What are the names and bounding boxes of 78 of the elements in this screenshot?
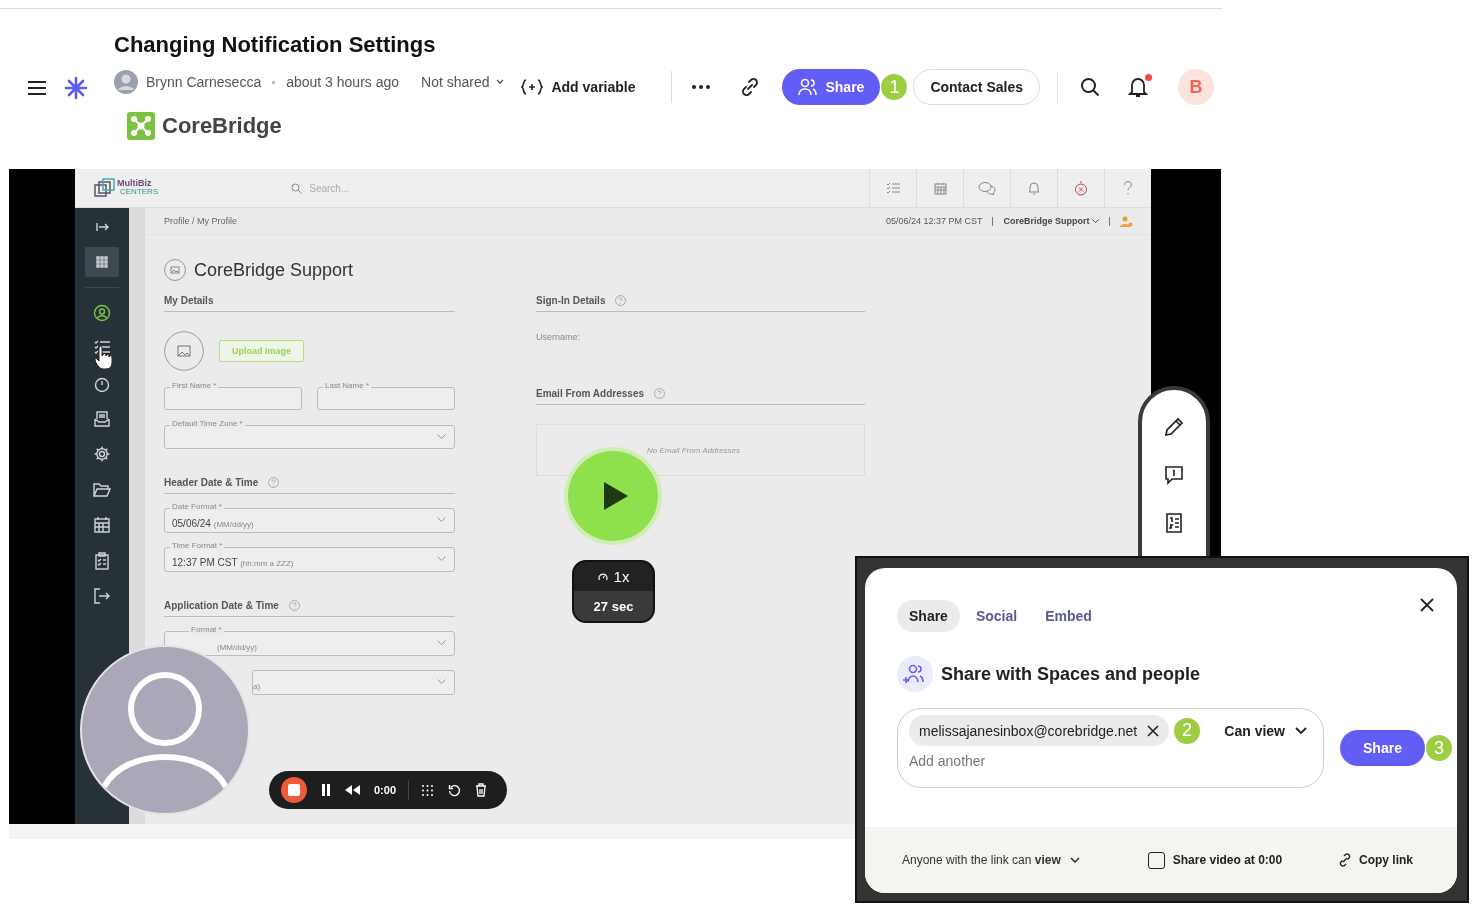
chevron-icon — [437, 434, 446, 440]
chevron-icon — [437, 679, 446, 685]
menu-icon[interactable] — [27, 80, 47, 96]
recorded-time: about 3 hours ago — [286, 74, 400, 90]
search-icon — [291, 182, 303, 194]
section-heading: Header Date & Time — [164, 477, 259, 488]
people-icon — [797, 78, 818, 96]
video-duration: 27 sec — [574, 591, 653, 621]
profile-title: CoreBridge Support — [194, 259, 354, 281]
trash-icon[interactable] — [475, 783, 488, 797]
grid-icon[interactable] — [85, 247, 119, 278]
copy-link-button[interactable]: Copy link — [1338, 853, 1413, 867]
search-icon[interactable] — [1080, 77, 1100, 97]
recipient-chip[interactable]: melissajanesinbox@corebridge.net — [909, 715, 1170, 746]
caret-icon — [1092, 219, 1099, 224]
section-heading: Email From Addresses — [536, 388, 644, 399]
link-icon[interactable] — [740, 77, 761, 97]
comment-icon[interactable] — [1164, 465, 1184, 485]
more-icon[interactable] — [692, 85, 711, 89]
dialog-tab[interactable]: Embed — [1033, 600, 1104, 632]
avatar-icon — [114, 70, 138, 94]
image-placeholder-icon — [164, 259, 186, 281]
multibiz-logo-icon — [94, 178, 116, 198]
dot-grid-icon[interactable] — [421, 783, 435, 797]
brand-name: CoreBridge — [162, 113, 282, 139]
username-label: Username: — [536, 332, 581, 342]
stop-button[interactable] — [281, 777, 307, 803]
link-icon — [1338, 853, 1352, 867]
share-button[interactable]: Share — [1340, 730, 1425, 766]
app-logo-subtitle: CENTERS — [120, 188, 159, 197]
numbered-list-icon[interactable] — [1164, 513, 1184, 533]
user-menu[interactable]: CoreBridge Support — [1003, 216, 1099, 226]
current-datetime: 05/06/24 12:37 PM CST — [885, 216, 983, 226]
play-icon — [603, 481, 629, 511]
chevron-icon — [437, 640, 446, 646]
braces-icon — [521, 79, 544, 95]
people-icon — [897, 656, 933, 692]
close-icon[interactable] — [1420, 598, 1434, 612]
app-logo-name: MultiBiz — [117, 179, 153, 189]
hand-cursor-icon — [94, 346, 112, 370]
notifications-icon[interactable] — [1128, 76, 1148, 98]
checkbox-label: Share video at 0:00 — [1172, 853, 1283, 867]
chevron-icon — [437, 517, 446, 523]
starburst-logo-icon[interactable] — [64, 76, 88, 100]
chevron-icon — [1295, 726, 1307, 735]
dialog-heading: Share with Spaces and people — [941, 663, 1201, 685]
video-title: Changing Notification Settings — [114, 32, 437, 58]
dialog-tab[interactable]: Share — [897, 600, 960, 632]
breadcrumb: Profile / My Profile — [164, 216, 238, 226]
add-recipient-field[interactable]: Add another — [909, 753, 1109, 769]
link-access-dropdown[interactable]: Anyone with the link can view — [902, 853, 1080, 867]
add-variable-button[interactable]: Add variable — [521, 79, 636, 95]
chevron-icon — [1069, 857, 1080, 863]
gauge-icon — [597, 571, 608, 582]
dialog-tab[interactable]: Social — [963, 600, 1030, 632]
section-heading: Sign-In Details — [536, 295, 606, 306]
caret-icon — [495, 79, 504, 85]
playback-speed-button[interactable]: 1x — [574, 562, 653, 591]
rewind-icon[interactable] — [345, 785, 360, 795]
permission-dropdown[interactable]: Can view — [1224, 722, 1307, 739]
step-badge: 2 — [1174, 717, 1201, 744]
contact-sales-button[interactable]: Contact Sales — [913, 69, 1040, 105]
empty-message: No Email From Addresses — [647, 445, 741, 455]
share-button[interactable]: Share — [782, 69, 881, 105]
step-badge: 1 — [881, 74, 908, 100]
section-heading: Application Date & Time — [164, 600, 279, 611]
chevron-icon — [437, 556, 446, 562]
pause-icon[interactable] — [321, 784, 331, 796]
checkbox[interactable] — [1147, 851, 1165, 869]
section-heading: My Details — [164, 295, 214, 306]
sharing-dropdown[interactable]: Not shared — [421, 74, 504, 90]
elapsed-time: 0:00 — [374, 784, 397, 796]
pencil-icon[interactable] — [1164, 417, 1184, 437]
restart-icon[interactable] — [448, 783, 462, 797]
brand-logo-icon — [127, 112, 155, 140]
author-name: Brynn Carnesecca — [146, 74, 262, 90]
step-badge: 3 — [1426, 735, 1452, 761]
remove-icon[interactable] — [1147, 724, 1160, 737]
